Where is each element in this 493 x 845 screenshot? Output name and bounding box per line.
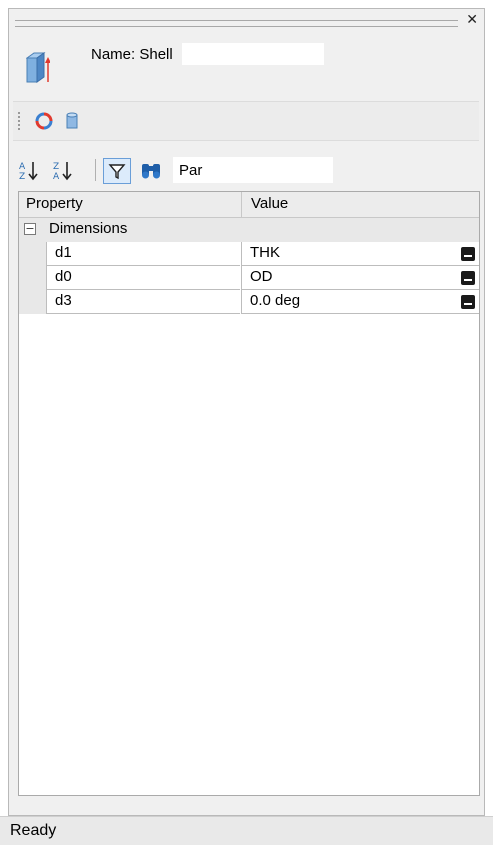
toolbar-separator: [95, 159, 96, 181]
filter-icon: [108, 164, 126, 180]
panel-grip[interactable]: [15, 20, 458, 27]
filter-button[interactable]: [103, 158, 131, 184]
name-label: Name: Shell: [91, 46, 173, 63]
toolbar-grip[interactable]: [18, 112, 20, 130]
category-label: Dimensions: [49, 220, 128, 237]
close-icon[interactable]: ✕: [466, 12, 478, 28]
grid-header: Property Value: [19, 192, 479, 218]
value-text: OD: [250, 268, 273, 285]
property-cell[interactable]: d3: [46, 290, 240, 314]
column-divider[interactable]: [241, 192, 242, 217]
dropdown-button[interactable]: [461, 247, 475, 261]
refresh-button[interactable]: [33, 110, 55, 132]
refresh-icon: [35, 112, 53, 130]
row-gutter: [19, 290, 46, 314]
property-grid: Property Value − Dimensions d1 THK d0 OD: [18, 191, 480, 796]
table-row[interactable]: d1 THK: [19, 242, 479, 266]
collapse-icon[interactable]: −: [24, 223, 36, 235]
row-gutter: [19, 266, 46, 290]
value-cell[interactable]: OD: [241, 266, 479, 290]
value-cell[interactable]: THK: [241, 242, 479, 266]
status-bar: Ready: [0, 816, 493, 845]
column-header-value[interactable]: Value: [251, 195, 288, 212]
dropdown-button[interactable]: [461, 271, 475, 285]
toolbar-grid: A Z Z A: [13, 152, 479, 188]
svg-text:Z: Z: [53, 162, 59, 172]
status-text: Ready: [10, 822, 57, 839]
search-input[interactable]: [173, 157, 333, 183]
svg-text:A: A: [19, 162, 26, 172]
column-header-property[interactable]: Property: [26, 195, 83, 212]
sort-az-icon: A Z: [19, 162, 38, 181]
table-row[interactable]: d3 0.0 deg: [19, 290, 479, 314]
toolbar-actions: [13, 101, 479, 141]
name-field[interactable]: [182, 43, 324, 65]
property-cell[interactable]: d1: [46, 242, 240, 266]
sort-az-button[interactable]: A Z: [17, 158, 41, 182]
value-cell[interactable]: 0.0 deg: [241, 290, 479, 314]
sort-za-icon: Z A: [53, 162, 72, 181]
cylinder-button[interactable]: [61, 110, 83, 132]
find-button[interactable]: [139, 158, 163, 182]
category-row[interactable]: − Dimensions: [19, 218, 479, 242]
property-cell[interactable]: d0: [46, 266, 240, 290]
sort-za-button[interactable]: Z A: [51, 158, 75, 182]
value-text: THK: [250, 244, 280, 261]
part-icon: [26, 52, 50, 83]
value-text: 0.0 deg: [250, 292, 301, 309]
svg-text:Z: Z: [19, 172, 25, 181]
cylinder-icon: [66, 112, 78, 129]
properties-panel: ✕ Name: Shell A Z Z A Par Property Value…: [8, 8, 485, 816]
row-gutter: [19, 242, 46, 266]
dropdown-button[interactable]: [461, 295, 475, 309]
svg-text:A: A: [53, 172, 60, 181]
table-row[interactable]: d0 OD: [19, 266, 479, 290]
binoculars-icon: [142, 164, 160, 179]
